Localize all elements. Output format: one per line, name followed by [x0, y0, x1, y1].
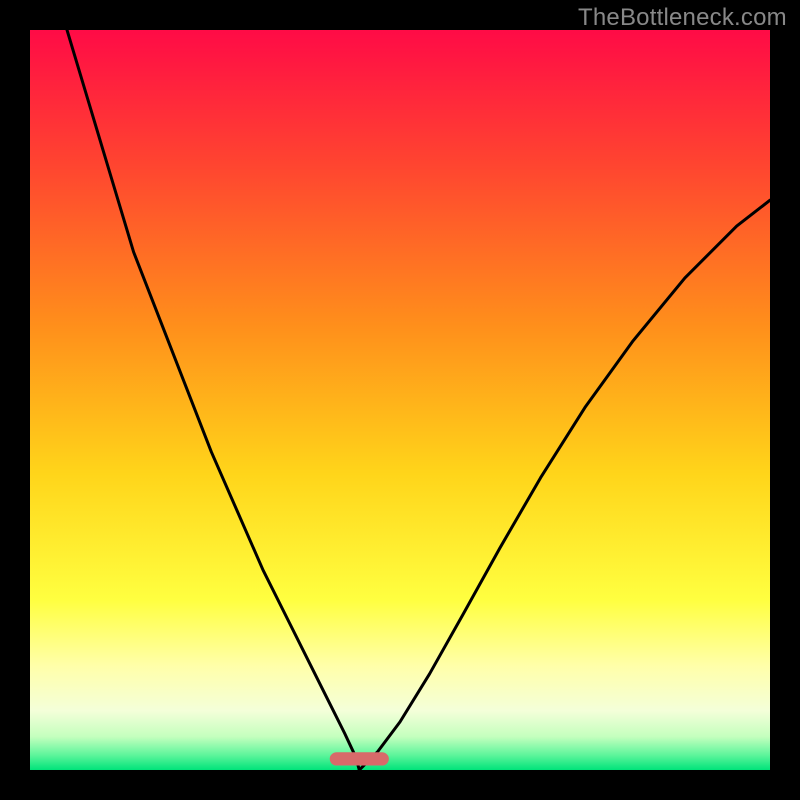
- gradient-background: [30, 30, 770, 770]
- outer-frame: TheBottleneck.com: [0, 0, 800, 800]
- watermark-text: TheBottleneck.com: [578, 4, 787, 32]
- chart-svg: [30, 30, 770, 770]
- minimum-marker: [330, 752, 389, 765]
- plot-area: [30, 30, 770, 770]
